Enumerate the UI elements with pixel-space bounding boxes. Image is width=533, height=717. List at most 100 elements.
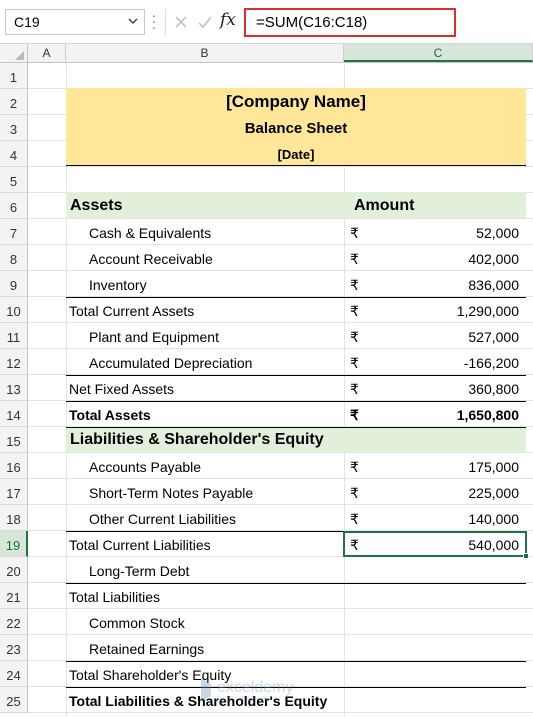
row-header-19[interactable]: 19: [0, 531, 28, 557]
row-label-tl: Total Liabilities: [69, 589, 161, 605]
grid-line: [28, 270, 533, 271]
row-header-6[interactable]: 6: [0, 193, 28, 219]
row-header-18[interactable]: 18: [0, 505, 28, 531]
formula-text: =SUM(C16:C18): [256, 14, 368, 31]
currency-symbol: ₹: [350, 511, 359, 527]
currency-symbol: ₹: [350, 277, 359, 293]
row-header-2[interactable]: 2: [0, 89, 28, 115]
currency-symbol: ₹: [350, 303, 359, 319]
name-box-value: C19: [14, 14, 40, 30]
svg-text:EXCEL · DATA · BI: EXCEL · DATA · BI: [217, 697, 268, 703]
sheet-title: Balance Sheet: [244, 120, 348, 137]
row-header-13[interactable]: 13: [0, 375, 28, 401]
check-icon[interactable]: [196, 13, 214, 31]
row-header-11[interactable]: 11: [0, 323, 28, 349]
grid-line: [28, 478, 533, 479]
row-header-4[interactable]: 4: [0, 141, 28, 167]
row-label-stnp: Short-Term Notes Payable: [89, 485, 254, 501]
row-header-1[interactable]: 1: [0, 63, 28, 89]
column-header-c[interactable]: C: [344, 44, 533, 62]
grid-line: [28, 504, 533, 505]
column-header-a[interactable]: A: [28, 44, 66, 62]
name-box[interactable]: C19: [5, 9, 145, 35]
row-value-tca: 1,290,000: [456, 303, 519, 319]
assets-header: Assets: [70, 197, 123, 214]
column-header-b[interactable]: B: [66, 44, 344, 62]
row-value-ar: 402,000: [468, 251, 519, 267]
formula-input[interactable]: =SUM(C16:C18): [244, 8, 456, 37]
company-name: [Company Name]: [226, 92, 366, 111]
row-label-tcl: Total Current Liabilities: [69, 537, 211, 553]
chevron-down-icon[interactable]: [126, 13, 140, 29]
row-header-15[interactable]: 15: [0, 427, 28, 453]
row-value-nfa: 360,800: [468, 381, 519, 397]
insert-function-icon[interactable]: fx: [220, 10, 236, 30]
row-value-inventory: 836,000: [468, 277, 519, 293]
row-header-10[interactable]: 10: [0, 297, 28, 323]
grid-line: [28, 712, 533, 713]
row-label-ap: Accounts Payable: [89, 459, 202, 475]
row-header-14[interactable]: 14: [0, 401, 28, 427]
grid-line: [28, 218, 533, 219]
currency-symbol: ₹: [350, 355, 359, 371]
grid-line: [28, 322, 533, 323]
row-header-9[interactable]: 9: [0, 271, 28, 297]
row-header-3[interactable]: 3: [0, 115, 28, 141]
row-header-17[interactable]: 17: [0, 479, 28, 505]
row-value-accdep: -166,200: [463, 355, 519, 371]
sheet-date: [Date]: [277, 147, 315, 162]
currency-symbol: ₹: [350, 329, 359, 345]
formula-bar: C19 · · · fx =SUM(C16:C18): [0, 0, 533, 44]
row-header-22[interactable]: 22: [0, 609, 28, 635]
row-value-stnp: 225,000: [468, 485, 519, 501]
row-label-tca: Total Current Assets: [69, 303, 195, 319]
row-value-ap: 175,000: [468, 459, 519, 475]
row-header-21[interactable]: 21: [0, 583, 28, 609]
select-all-button[interactable]: [0, 44, 28, 62]
row-label-ta: Total Assets: [69, 407, 151, 423]
currency-symbol: ₹: [350, 381, 359, 397]
grid-line: [28, 634, 533, 635]
grid-line: [28, 348, 533, 349]
row-header-8[interactable]: 8: [0, 245, 28, 271]
currency-symbol: ₹: [350, 225, 359, 241]
currency-symbol: ₹: [350, 459, 359, 475]
row-label-ar: Account Receivable: [89, 251, 213, 267]
amount-header: Amount: [354, 197, 415, 214]
row-value-ocl: 140,000: [468, 511, 519, 527]
active-cell-outline[interactable]: [343, 531, 527, 557]
row-header-7[interactable]: 7: [0, 219, 28, 245]
row-label-inventory: Inventory: [89, 277, 147, 293]
currency-symbol: ₹: [350, 251, 359, 267]
formula-buttons: fx: [165, 9, 241, 35]
assets-header-band: [66, 192, 526, 218]
row-header-23[interactable]: 23: [0, 635, 28, 661]
exceldemy-logo: exceldemy EXCEL · DATA · BI: [201, 678, 293, 703]
fill-handle[interactable]: [523, 553, 529, 559]
grid-line: [28, 244, 533, 245]
row-header-24[interactable]: 24: [0, 661, 28, 687]
row-value-ta: 1,650,800: [456, 407, 519, 423]
row-label-re: Retained Earnings: [89, 641, 205, 657]
column-header: A B C: [0, 44, 533, 63]
row-header-16[interactable]: 16: [0, 453, 28, 479]
row-label-nfa: Net Fixed Assets: [69, 381, 175, 397]
currency-symbol: ₹: [350, 485, 359, 501]
row-header-25[interactable]: 25: [0, 687, 28, 713]
more-options-icon[interactable]: · · ·: [150, 8, 158, 34]
grid-line: [28, 166, 533, 167]
row-label-ocl: Other Current Liabilities: [89, 511, 237, 527]
liabilities-header: Liabilities & Shareholder's Equity: [70, 431, 324, 448]
grid-line: [28, 608, 533, 609]
cancel-icon[interactable]: [172, 13, 190, 31]
grid-line: [28, 452, 533, 453]
currency-symbol: ₹: [350, 407, 359, 423]
row-label-accdep: Accumulated Depreciation: [89, 355, 253, 371]
row-label-ppe: Plant and Equipment: [89, 329, 219, 345]
row-label-ltd: Long-Term Debt: [89, 563, 190, 579]
row-header-20[interactable]: 20: [0, 557, 28, 583]
row-label-cs: Common Stock: [89, 615, 185, 631]
row-header-5[interactable]: 5: [0, 167, 28, 193]
row-value-ppe: 527,000: [468, 329, 519, 345]
row-header-12[interactable]: 12: [0, 349, 28, 375]
